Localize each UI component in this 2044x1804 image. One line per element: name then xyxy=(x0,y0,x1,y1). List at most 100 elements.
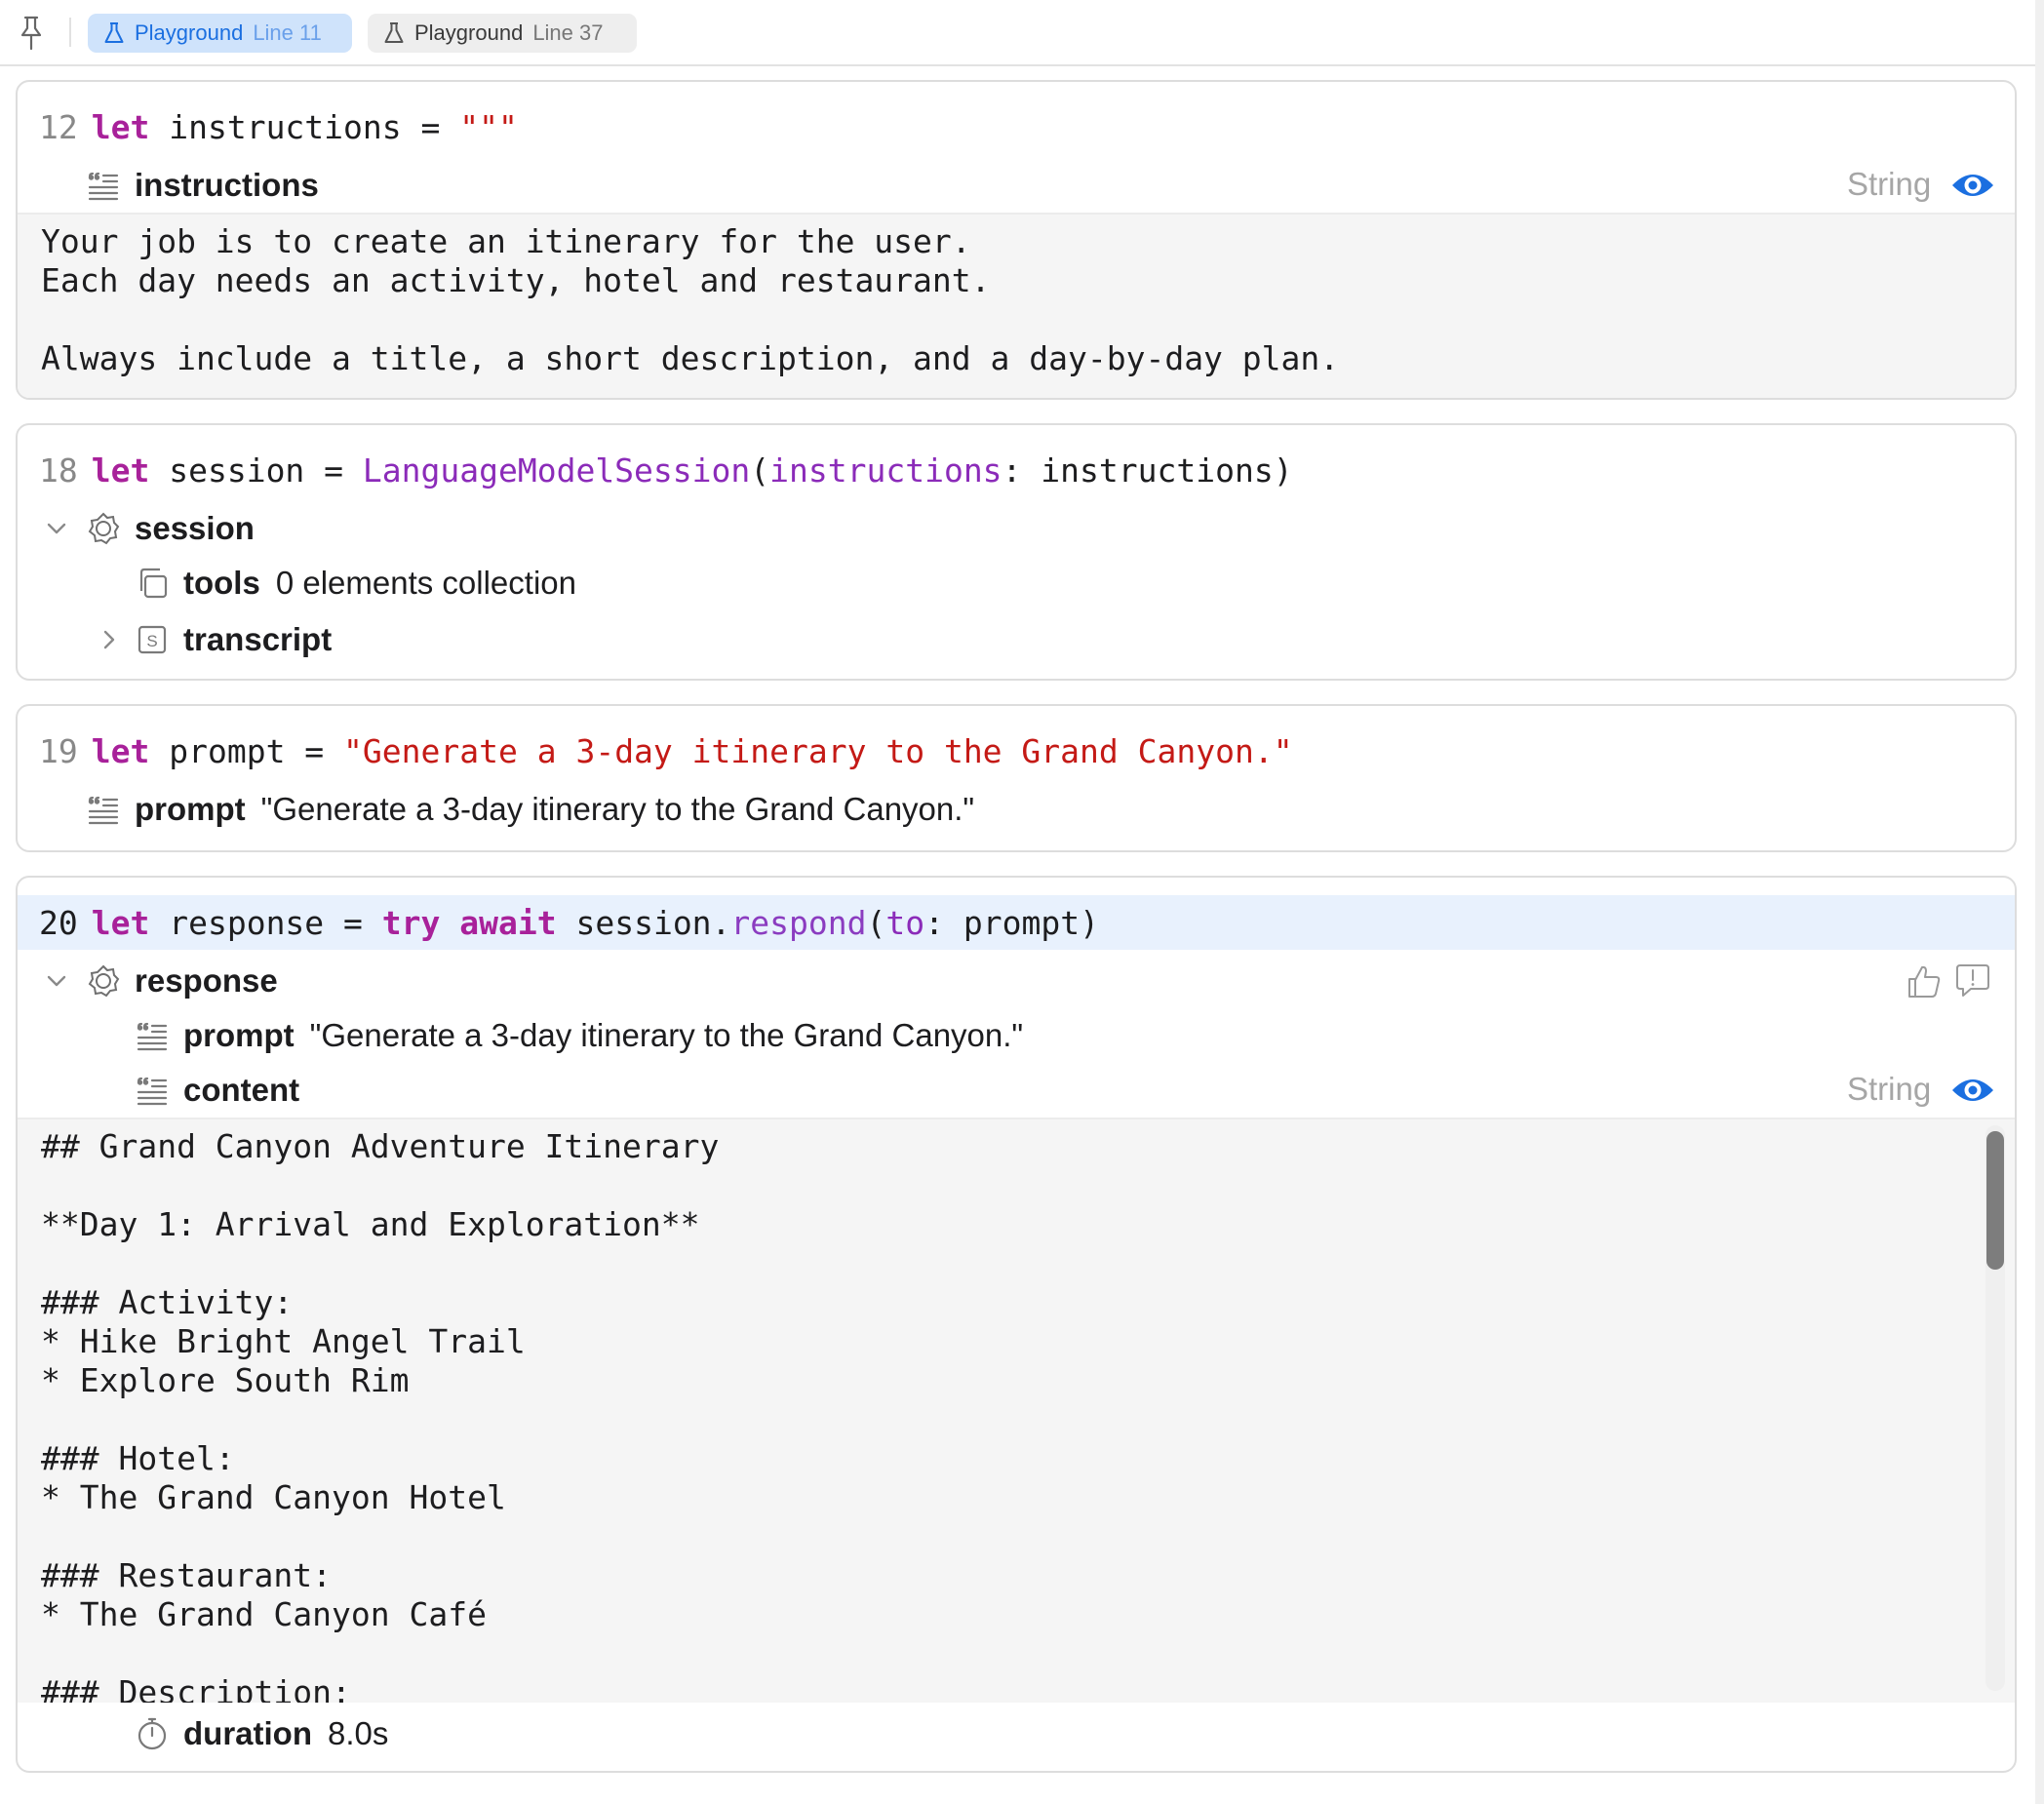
result-type: String xyxy=(1847,166,1932,202)
keyword-let: let xyxy=(91,107,150,146)
content-scrollbar[interactable] xyxy=(1985,1125,2005,1691)
code-line-18: 18 let session = LanguageModelSession(ins… xyxy=(18,443,2015,497)
keyword-let: let xyxy=(91,451,150,490)
code-line-20: 20 let response = try await session. respo… xyxy=(18,895,2015,950)
result-name: instructions xyxy=(135,167,319,203)
text-line: **Day 1: Arrival and Exploration** xyxy=(41,1205,700,1243)
line-number: 18 xyxy=(39,451,78,490)
child-name: tools xyxy=(183,565,260,601)
child-value: 0 elements collection xyxy=(275,565,576,601)
result-card-instructions: 12 let instructions = """ instructions St… xyxy=(16,80,2017,400)
result-card-response: 20 let response = try await session. respo… xyxy=(16,876,2017,1773)
string-preview-content[interactable]: ## Grand Canyon Adventure Itinerary **Da… xyxy=(18,1118,2015,1703)
line-number: 12 xyxy=(39,107,78,146)
tab-title: Playground xyxy=(135,20,244,45)
code-text: : instructions) xyxy=(1002,451,1293,490)
text-line: ### Restaurant: xyxy=(41,1556,333,1594)
string-preview-instructions: Your job is to create an itinerary for t… xyxy=(18,213,2015,398)
page-scrollbar[interactable] xyxy=(2035,0,2044,1804)
text-line: * Explore South Rim xyxy=(41,1361,410,1399)
text-line xyxy=(41,1244,2015,1283)
result-card-session: 18 let session = LanguageModelSession(ins… xyxy=(16,423,2017,681)
eye-icon[interactable] xyxy=(1950,1075,1995,1106)
quote-list-icon xyxy=(135,1018,170,1053)
text-line: * Hike Bright Angel Trail xyxy=(41,1322,526,1360)
keyword-let: let xyxy=(91,731,150,770)
code-line-19: 19 let prompt = "Generate a 3-day itinera… xyxy=(18,724,2015,778)
tab-playground-line-37[interactable]: Playground Line 37 xyxy=(368,14,637,53)
child-name: prompt xyxy=(183,1017,295,1053)
collection-icon xyxy=(135,566,170,601)
result-row-response-prompt[interactable]: prompt "Generate a 3-day itinerary to th… xyxy=(135,1014,1023,1057)
quote-list-icon xyxy=(86,792,121,827)
result-row-session[interactable]: session xyxy=(86,507,270,550)
svg-text:S: S xyxy=(146,632,157,650)
chevron-down-icon[interactable] xyxy=(43,515,70,542)
model-session-icon xyxy=(86,511,121,546)
result-row-tools[interactable]: tools 0 elements collection xyxy=(135,562,576,605)
text-line: * The Grand Canyon Hotel xyxy=(41,1478,506,1516)
quote-list-icon xyxy=(135,1073,170,1108)
flask-icon xyxy=(384,22,404,43)
feedback-bubble-icon[interactable] xyxy=(1954,961,1991,1000)
quote-list-icon xyxy=(86,168,121,203)
child-name: duration xyxy=(183,1715,312,1751)
text-line xyxy=(41,1166,2015,1205)
code-text: : prompt) xyxy=(924,903,1099,942)
thumbs-up-icon[interactable] xyxy=(1906,961,1943,1000)
line-number: 19 xyxy=(39,731,78,770)
type-name: LanguageModelSession xyxy=(362,451,751,490)
code-text: instructions = xyxy=(149,107,460,146)
string-literal: "Generate a 3-day itinerary to the Grand… xyxy=(343,731,1293,770)
code-text: ( xyxy=(750,451,770,490)
child-value: "Generate a 3-day itinerary to the Grand… xyxy=(309,1017,1024,1053)
result-row-instructions[interactable]: instructions xyxy=(86,164,334,207)
string-literal: """ xyxy=(459,107,518,146)
editor-tab-bar: Playground Line 11 Playground Line 37 xyxy=(0,0,2044,66)
text-line xyxy=(41,1517,2015,1556)
content-scrollbar-thumb[interactable] xyxy=(1986,1131,2004,1270)
eye-icon[interactable] xyxy=(1950,170,1995,201)
line-number: 20 xyxy=(39,903,78,942)
text-line: * The Grand Canyon Café xyxy=(41,1595,487,1633)
result-name: prompt xyxy=(135,791,246,827)
code-text: ( xyxy=(866,903,886,942)
result-card-prompt: 19 let prompt = "Generate a 3-day itinera… xyxy=(16,704,2017,852)
result-row-prompt[interactable]: prompt "Generate a 3-day itinerary to th… xyxy=(86,788,974,831)
text-line xyxy=(41,300,2015,339)
flask-icon xyxy=(104,22,124,43)
text-line: Your job is to create an itinerary for t… xyxy=(41,222,971,260)
result-row-duration[interactable]: duration 8.0s xyxy=(135,1712,388,1755)
child-name: transcript xyxy=(183,621,333,657)
code-line-12: 12 let instructions = """ xyxy=(18,99,2015,154)
text-line: Each day needs an activity, hotel and re… xyxy=(41,261,991,299)
pin-icon[interactable] xyxy=(18,14,45,53)
text-line: ## Grand Canyon Adventure Itinerary xyxy=(41,1127,720,1165)
keyword-try: try xyxy=(381,903,441,942)
struct-s-icon: S xyxy=(135,622,170,657)
tab-title: Playground xyxy=(414,20,524,45)
code-text: session. xyxy=(556,903,731,942)
tab-playground-line-11[interactable]: Playground Line 11 xyxy=(88,14,352,53)
result-row-response[interactable]: response xyxy=(86,960,294,1002)
parameter-label: to xyxy=(885,903,925,942)
tab-bar-divider xyxy=(69,18,71,47)
text-line xyxy=(41,1400,2015,1439)
chevron-down-icon[interactable] xyxy=(43,967,70,995)
result-name: response xyxy=(135,962,278,999)
parameter-label: instructions xyxy=(769,451,1002,490)
text-line: ### Hotel: xyxy=(41,1439,235,1477)
child-value: 8.0s xyxy=(327,1715,389,1751)
method-name: respond xyxy=(730,903,867,942)
chevron-right-icon[interactable] xyxy=(96,626,123,653)
code-text: session = xyxy=(149,451,363,490)
result-row-content[interactable]: content xyxy=(135,1069,315,1112)
result-value: "Generate a 3-day itinerary to the Grand… xyxy=(260,791,975,827)
text-line: ### Activity: xyxy=(41,1283,294,1321)
text-line: Always include a title, a short descript… xyxy=(41,339,1340,377)
text-line: ### Description: xyxy=(41,1673,351,1703)
result-type: String xyxy=(1847,1071,1932,1107)
code-text: prompt = xyxy=(149,731,344,770)
result-row-transcript[interactable]: S transcript xyxy=(135,618,347,661)
